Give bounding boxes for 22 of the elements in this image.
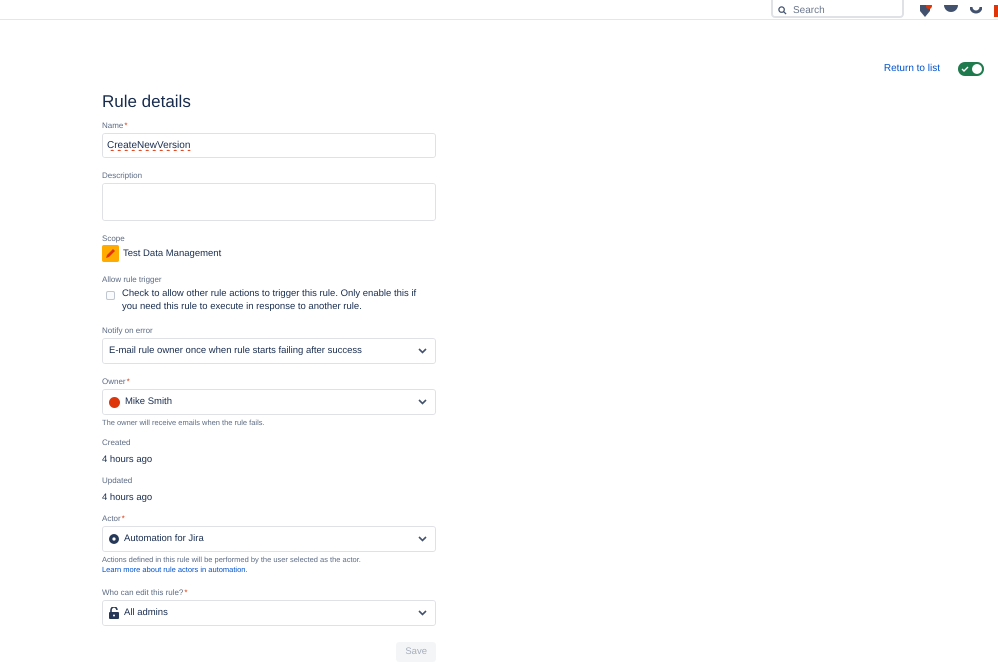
field-label: Description (102, 171, 144, 181)
field-label: Owner* (102, 377, 131, 387)
field-value: 4 hours ago (102, 492, 154, 504)
select-field[interactable]: All admins (102, 600, 436, 626)
return-to-list-link[interactable]: Return to list (884, 61, 940, 76)
select-field[interactable]: Automation for Jira (102, 526, 436, 552)
field-label: Actor* (102, 514, 126, 524)
field-label: Name* (102, 121, 128, 131)
search-field[interactable]: Search (771, 0, 904, 18)
select-field[interactable]: E-mail rule owner once when rule starts failing after success (102, 338, 436, 364)
field-label: Allow rule trigger (102, 275, 163, 285)
scope-name: Test Data Management (123, 248, 222, 260)
field-label: Who can edit this rule?* (102, 588, 188, 598)
name-field[interactable]: CreateNewVersion (102, 133, 436, 158)
field-label: Updated (102, 476, 134, 486)
select-field[interactable]: Mike Smith (102, 389, 436, 415)
field-value: 4 hours ago (102, 454, 154, 466)
field-label: Created (102, 438, 132, 448)
checkbox-description: Check to allow other rule actions to trigger this rule. Only enable this if you need this rule to execute in response to another rule. (122, 287, 418, 313)
field-label: Scope (102, 234, 126, 244)
field-label: Notify on error (102, 326, 154, 336)
page-title: Rule details (102, 92, 192, 112)
